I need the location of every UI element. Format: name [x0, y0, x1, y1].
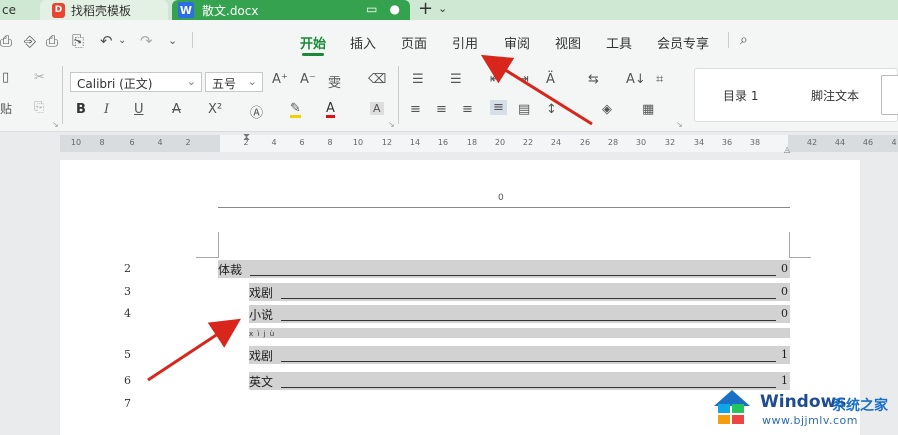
watermark: Windows 系统之家 www.bjjmlv.com: [702, 380, 898, 435]
arrow-to-references-menu: [480, 54, 593, 126]
watermark-cn: 系统之家: [832, 398, 888, 414]
annotation-arrows: [147, 54, 593, 382]
watermark-url: www.bjjmlv.com: [762, 414, 858, 427]
arrow-to-toc: [147, 318, 242, 382]
windows-logo-icon: [714, 390, 750, 424]
